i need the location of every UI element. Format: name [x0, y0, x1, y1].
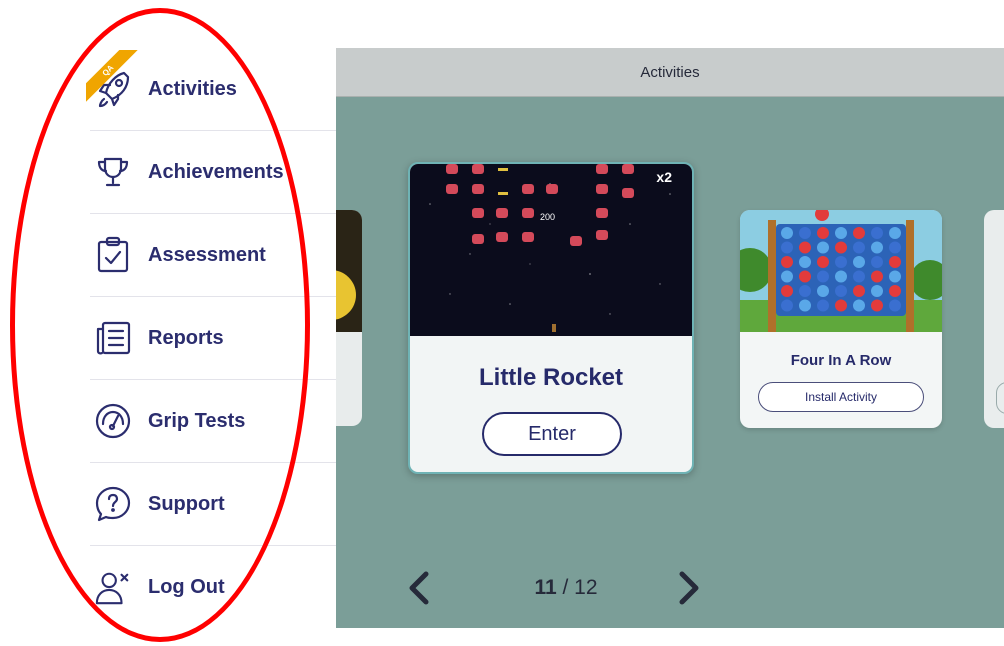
- sidebar-item-label: Grip Tests: [148, 409, 246, 432]
- board-hole: [889, 227, 901, 239]
- enter-button[interactable]: Enter: [482, 412, 622, 456]
- board-hole: [889, 241, 901, 254]
- sidebar-item-label: Assessment: [148, 243, 266, 266]
- little-rocket-thumbnail: x2 200: [410, 164, 692, 336]
- activity-card-four-in-a-row[interactable]: Four In A Row Install Activity: [740, 210, 942, 428]
- question-circle-icon: [94, 485, 132, 523]
- board-hole: [853, 256, 865, 268]
- sidebar-item-log-out[interactable]: Log Out: [90, 546, 336, 629]
- board-hole: [817, 285, 829, 297]
- next-page-button[interactable]: [668, 568, 708, 608]
- board-hole: [799, 227, 811, 239]
- board-hole: [799, 299, 811, 312]
- board-hole: [835, 270, 847, 283]
- board-hole: [817, 256, 829, 268]
- sidebar-item-reports[interactable]: Reports: [90, 297, 336, 380]
- board-hole: [835, 227, 847, 239]
- activity-title: Little Rocket: [478, 364, 624, 391]
- board-hole: [853, 285, 865, 297]
- board-hole: [835, 256, 847, 268]
- sidebar-menu: Activities QA Achievements Assessment Re…: [0, 0, 336, 646]
- trophy-icon: [94, 153, 132, 191]
- board-hole: [853, 227, 865, 239]
- multiplier-label: x2: [656, 169, 672, 185]
- activity-thumbnail: [336, 210, 362, 332]
- page-indicator: 11 / 12: [506, 576, 626, 600]
- board-hole: [781, 285, 793, 297]
- current-page: 11: [534, 576, 557, 599]
- top-bar: Activities: [336, 48, 1004, 97]
- activity-card-next[interactable]: [984, 210, 1004, 428]
- card-button[interactable]: [996, 382, 1004, 414]
- board-hole: [817, 299, 829, 312]
- board-hole: [871, 227, 883, 239]
- four-in-a-row-thumbnail: [740, 210, 942, 332]
- board-hole: [799, 241, 811, 254]
- board-hole: [781, 299, 793, 312]
- board-hole: [781, 270, 793, 283]
- board-hole: [799, 270, 811, 283]
- sidebar-item-label: Reports: [148, 326, 224, 349]
- board-hole: [799, 256, 811, 268]
- board-hole: [889, 299, 901, 312]
- board-hole: [871, 270, 883, 283]
- sidebar-item-label: Achievements: [148, 160, 284, 183]
- sidebar-item-assessment[interactable]: Assessment: [90, 214, 336, 297]
- board-hole: [817, 241, 829, 254]
- activity-card-previous[interactable]: [336, 210, 362, 426]
- page-title: Activities: [640, 63, 700, 81]
- install-activity-button[interactable]: Install Activity: [758, 382, 924, 412]
- board-hole: [817, 270, 829, 283]
- sidebar-item-label: Support: [148, 492, 225, 515]
- activity-title: Four In A Row: [790, 352, 892, 369]
- board-hole: [871, 285, 883, 297]
- board-hole: [817, 227, 829, 239]
- thumbnail-shape: [336, 270, 356, 320]
- previous-page-button[interactable]: [400, 568, 440, 608]
- chevron-right-icon: [679, 571, 699, 605]
- board-hole: [889, 270, 901, 283]
- gauge-icon: [94, 402, 132, 440]
- board-hole: [799, 285, 811, 297]
- chevron-left-icon: [409, 571, 429, 605]
- board-hole: [871, 256, 883, 268]
- sidebar-item-support[interactable]: Support: [90, 463, 336, 546]
- board-hole: [871, 299, 883, 312]
- board-hole: [835, 241, 847, 254]
- sidebar-item-label: Activities: [148, 77, 237, 100]
- board-hole: [853, 299, 865, 312]
- activity-card-little-rocket[interactable]: x2 200 Little Rocket Enter: [408, 162, 694, 474]
- board-hole: [853, 270, 865, 283]
- board-hole: [781, 227, 793, 239]
- board-hole: [835, 299, 847, 312]
- score-popup: 200: [540, 212, 555, 222]
- user-remove-icon: [94, 569, 132, 607]
- board-hole: [889, 285, 901, 297]
- clipboard-check-icon: [94, 236, 132, 274]
- sidebar-item-grip-tests[interactable]: Grip Tests: [90, 380, 336, 463]
- report-list-icon: [94, 319, 132, 357]
- board-hole: [871, 241, 883, 254]
- board-hole: [889, 256, 901, 268]
- board-hole: [853, 241, 865, 254]
- activities-panel: Activities x2 200 Little Rocket Enter Fo…: [336, 48, 1004, 628]
- board-hole: [835, 285, 847, 297]
- board-hole: [781, 256, 793, 268]
- sidebar-item-achievements[interactable]: Achievements: [90, 131, 336, 214]
- sidebar-item-label: Log Out: [148, 576, 225, 598]
- board-hole: [781, 241, 793, 254]
- pagination: 11 / 12: [336, 568, 1004, 608]
- total-pages: / 12: [562, 576, 598, 599]
- qa-badge: QA: [86, 50, 146, 110]
